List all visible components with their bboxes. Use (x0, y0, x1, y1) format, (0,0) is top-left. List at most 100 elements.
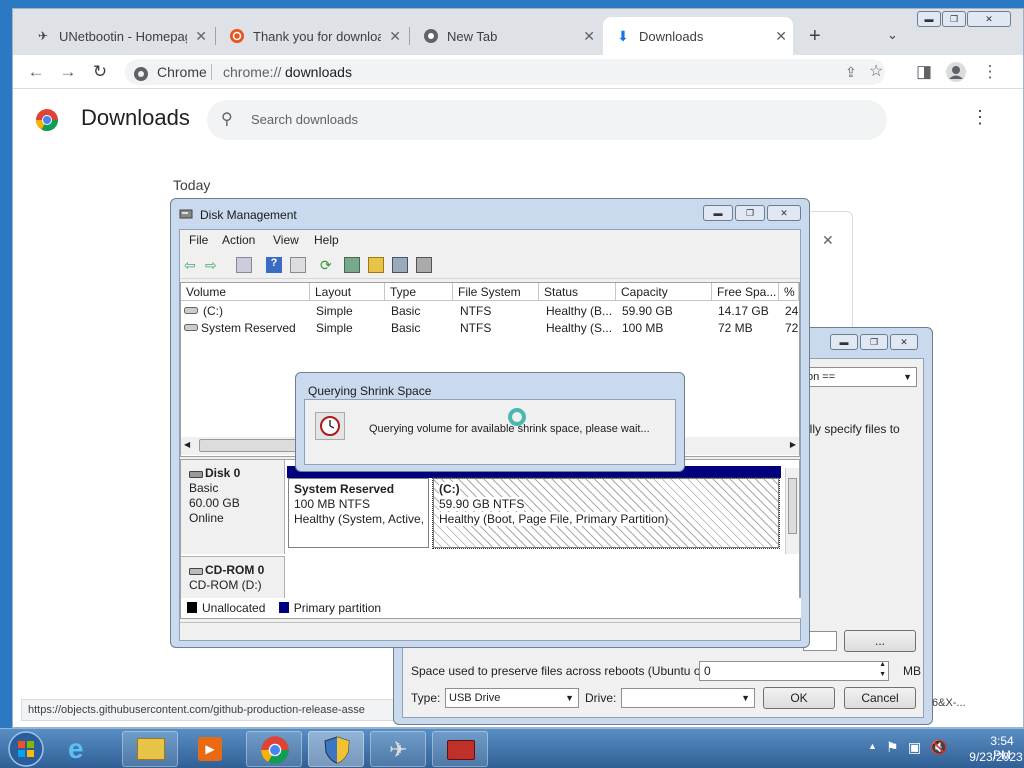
side-panel-icon[interactable]: ◨ (913, 61, 935, 83)
menu-file[interactable]: File (189, 230, 208, 250)
close-icon[interactable]: ✕ (890, 334, 918, 350)
maximize-icon[interactable]: ❐ (735, 205, 765, 221)
column-header[interactable]: Type (385, 283, 453, 301)
forward-icon[interactable]: → (57, 61, 79, 83)
properties-icon[interactable] (290, 257, 306, 273)
cancel-button[interactable]: Cancel (844, 687, 916, 709)
partition-system-reserved[interactable]: System Reserved 100 MB NTFS Healthy (Sys… (288, 478, 429, 548)
back-icon[interactable]: ⇦ (184, 257, 200, 273)
column-header[interactable]: Status (539, 283, 616, 301)
tab-title: Downloads (639, 28, 704, 44)
bookmark-star-icon[interactable]: ☆ (869, 59, 883, 85)
chevron-down-icon: ▼ (565, 693, 574, 703)
tab-new-tab[interactable]: New Tab ✕ (411, 17, 601, 55)
spin-arrows-icon[interactable]: ▲ ▼ (879, 660, 886, 680)
cdrom-0-label[interactable]: CD-ROM 0 CD-ROM (D:) (181, 556, 285, 602)
ok-button[interactable]: OK (763, 687, 835, 709)
action-center-flag-icon[interactable]: ⚑ (886, 739, 899, 756)
start-button[interactable] (6, 729, 46, 768)
remove-download-icon[interactable]: ✕ (822, 232, 834, 249)
partition-c[interactable]: (C:) 59.90 GB NTFS Healthy (Boot, Page F… (432, 477, 780, 549)
persist-size-input[interactable]: 0 ▲ ▼ (699, 661, 889, 681)
column-header[interactable]: % F (779, 283, 799, 301)
search-disk-icon[interactable] (392, 257, 408, 273)
download-icon: ⬇ (617, 27, 629, 44)
disk-type: Basic (189, 481, 219, 495)
more-options-icon[interactable]: ⋮ (971, 107, 989, 128)
maximize-icon[interactable]: ❐ (942, 11, 966, 27)
tab-downloads[interactable]: ⬇ Downloads ✕ (603, 17, 793, 55)
column-header[interactable]: Layout (310, 283, 385, 301)
internet-explorer-icon[interactable]: e (68, 733, 84, 765)
show-hidden-icons-icon[interactable]: ▲ (868, 741, 877, 751)
new-tab-icon[interactable]: + (809, 25, 821, 48)
disk-0-label[interactable]: Disk 0 Basic 60.00 GB Online (181, 460, 285, 554)
menu-help[interactable]: Help (314, 230, 339, 250)
address-bar[interactable]: Chrome chrome:// downloads ⇪ ☆ (125, 59, 885, 85)
chrome-icon (133, 64, 149, 90)
rescan-disks-icon[interactable] (344, 257, 360, 273)
open-folder-icon[interactable] (368, 257, 384, 273)
close-icon[interactable]: ✕ (767, 205, 801, 221)
search-input[interactable]: ⚲ Search downloads (207, 100, 887, 140)
media-player-button[interactable]: ▶ (182, 731, 238, 767)
minimize-icon[interactable]: ▬ (703, 205, 733, 221)
partition-name: System Reserved (294, 482, 395, 496)
cell-free-space: 72 MB (718, 321, 753, 335)
close-icon[interactable]: ✕ (967, 11, 1011, 27)
chrome-icon (423, 28, 439, 44)
share-icon[interactable]: ⇪ (845, 59, 857, 85)
forward-icon[interactable]: ⇨ (205, 257, 221, 273)
close-icon[interactable]: ✕ (583, 28, 595, 45)
minimize-icon[interactable]: ▬ (830, 334, 858, 350)
scroll-thumb[interactable] (199, 439, 309, 452)
tab-unetbootin[interactable]: ✈ UNetbootin - Homepage ✕ (23, 17, 213, 55)
settings-icon[interactable] (416, 257, 432, 273)
refresh-icon[interactable]: ⟳ (320, 257, 336, 273)
help-icon[interactable]: ? (266, 257, 282, 273)
browse-button[interactable]: ... (844, 630, 916, 652)
reload-icon[interactable]: ↻ (89, 61, 111, 83)
network-icon[interactable]: ▣ (908, 739, 921, 756)
toolbox-taskbar-button[interactable] (432, 731, 488, 767)
column-header[interactable]: Capacity (616, 283, 712, 301)
drive-label: Drive: (585, 691, 617, 705)
tab-search-icon[interactable]: ⌄ (887, 27, 898, 43)
close-icon[interactable]: ✕ (195, 28, 207, 45)
column-header[interactable]: File System (453, 283, 539, 301)
cell-filesystem: NTFS (460, 321, 492, 335)
maximize-icon[interactable]: ❐ (860, 334, 888, 350)
menu-icon[interactable]: ⋮ (979, 61, 1001, 83)
volume-muted-icon[interactable]: 🔇 (930, 739, 947, 756)
clock-date[interactable]: 9/23/2023 (968, 750, 1024, 764)
scroll-right-icon[interactable]: ▶ (790, 440, 796, 449)
show-hide-console-icon[interactable] (236, 257, 252, 273)
scroll-thumb[interactable] (788, 478, 797, 534)
menu-view[interactable]: View (273, 230, 299, 250)
hard-disk-icon (189, 468, 203, 483)
back-icon[interactable]: ← (25, 61, 47, 83)
distribution-combo[interactable]: on == ▼ (803, 367, 917, 387)
explorer-taskbar-button[interactable] (122, 731, 178, 767)
column-header[interactable]: Volume (181, 283, 310, 301)
drive-combo[interactable]: ▼ (621, 688, 755, 708)
close-icon[interactable]: ✕ (775, 28, 787, 45)
close-icon[interactable]: ✕ (389, 28, 401, 45)
tab-ubuntu[interactable]: Thank you for downloading ✕ (217, 17, 407, 55)
vertical-scrollbar[interactable] (785, 468, 799, 554)
minimize-icon[interactable]: ▬ (917, 11, 941, 27)
type-combo[interactable]: USB Drive ▼ (445, 688, 579, 708)
unetbootin-taskbar-button[interactable]: ✈ (370, 731, 426, 767)
cell-filesystem: NTFS (460, 304, 492, 318)
scroll-left-icon[interactable]: ◀ (184, 440, 190, 449)
column-header[interactable]: Free Spa... (712, 283, 779, 301)
downloads-header: Downloads ⚲ Search downloads ⋮ (13, 91, 1023, 149)
chrome-taskbar-button[interactable] (246, 731, 302, 767)
menu-action[interactable]: Action (222, 230, 255, 250)
cd-drive-icon (189, 565, 203, 580)
status-suffix: 6&X-... (932, 697, 966, 709)
search-icon: ⚲ (221, 111, 233, 128)
profile-avatar-icon[interactable] (945, 61, 967, 83)
disk-management-taskbar-button[interactable] (308, 731, 364, 767)
partition-name: (C:) (439, 482, 460, 497)
